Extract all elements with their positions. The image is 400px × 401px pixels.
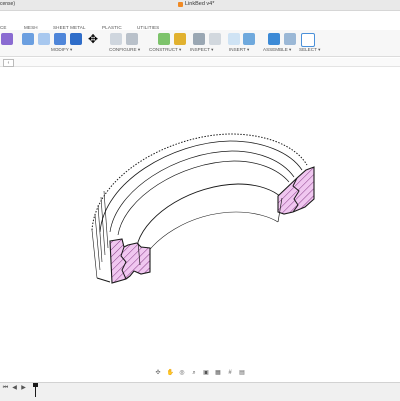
- toolbar-tabs: CE MESH SHEET METAL PLASTIC UTILITIES: [0, 12, 400, 32]
- analysis-icon[interactable]: [209, 33, 221, 45]
- insert-icon[interactable]: [228, 33, 240, 45]
- timeline-marker[interactable]: [33, 383, 38, 397]
- assemble-icon[interactable]: [284, 33, 296, 45]
- left-section-face: [109, 238, 151, 284]
- group-assemble[interactable]: ASSEMBLE ▾: [263, 47, 291, 53]
- group-configure[interactable]: CONFIGURE ▾: [109, 47, 140, 53]
- shell-icon[interactable]: [70, 33, 82, 45]
- step-back-icon[interactable]: ◀: [11, 385, 18, 392]
- play-icon[interactable]: ▶: [20, 385, 27, 392]
- zoom-icon[interactable]: ⌕: [191, 370, 198, 377]
- outer-knurl-edge: [91, 133, 308, 231]
- model-view: [91, 133, 315, 284]
- document-icon: [178, 1, 183, 7]
- fit-icon[interactable]: ▣: [203, 370, 210, 377]
- axis-icon[interactable]: [174, 33, 186, 45]
- inner-step-edge: [117, 160, 290, 236]
- bore-edge: [137, 183, 283, 243]
- orbit-icon[interactable]: ✣: [155, 370, 162, 377]
- license-text: cense): [0, 1, 16, 7]
- group-inspect[interactable]: INSPECT ▾: [190, 47, 213, 53]
- navigation-bar: ✣ ✋ ◎ ⌕ ▣ ▦ # ▤: [152, 368, 248, 378]
- outer-bottom-edge: [96, 277, 111, 283]
- pan-icon[interactable]: ✋: [167, 370, 174, 377]
- look-icon[interactable]: ◎: [179, 370, 186, 377]
- select-icon[interactable]: [301, 33, 315, 47]
- document-title: LinkBed v4*: [185, 1, 215, 7]
- measure-icon[interactable]: [193, 33, 205, 45]
- fillet-icon[interactable]: [38, 33, 50, 45]
- modify-tool-icon[interactable]: [1, 33, 13, 45]
- chamfer-icon[interactable]: [54, 33, 66, 45]
- viewport-icon[interactable]: ▤: [239, 370, 246, 377]
- group-select[interactable]: SELECT ▾: [299, 47, 320, 53]
- viewport[interactable]: [0, 66, 400, 366]
- document-tab[interactable]: LinkBed v4*: [178, 1, 214, 7]
- title-bar: cense) LinkBed v4*: [0, 0, 400, 11]
- plane-icon[interactable]: [158, 33, 170, 45]
- skip-start-icon[interactable]: ⏮: [2, 385, 9, 392]
- table-icon[interactable]: [126, 33, 138, 45]
- bore-bottom-edge: [139, 211, 279, 266]
- parameters-icon[interactable]: [110, 33, 122, 45]
- joint-icon[interactable]: [268, 33, 280, 45]
- group-insert[interactable]: INSERT ▾: [229, 47, 249, 53]
- display-icon[interactable]: ▦: [215, 370, 222, 377]
- group-construct[interactable]: CONSTRUCT ▾: [149, 47, 181, 53]
- press-pull-icon[interactable]: [22, 33, 34, 45]
- grid-icon[interactable]: #: [227, 370, 234, 377]
- image-icon[interactable]: [243, 33, 255, 45]
- knurl-side: [91, 190, 109, 279]
- group-modify[interactable]: MODIFY ▾: [51, 47, 72, 53]
- timeline-bar: [0, 382, 400, 401]
- inner-rim-edge: [109, 150, 295, 233]
- move-icon[interactable]: ✥: [87, 33, 99, 45]
